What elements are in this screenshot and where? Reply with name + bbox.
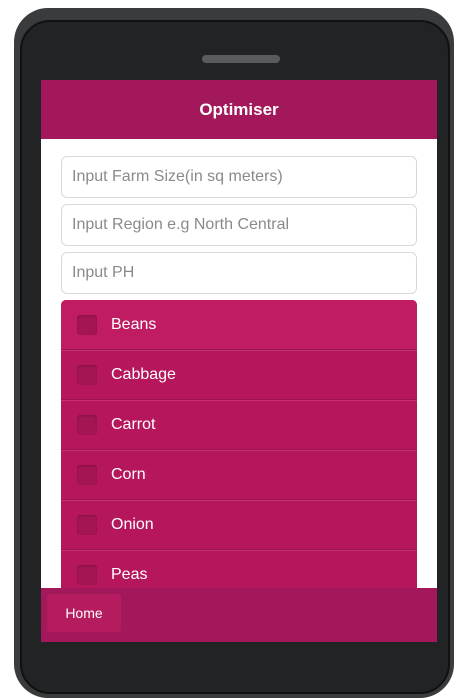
app-screen: Optimiser Beans Cabbage Carrot Corn [41, 80, 437, 642]
crop-label: Corn [111, 466, 146, 483]
crop-label: Peas [111, 566, 148, 583]
checkbox[interactable] [77, 515, 97, 535]
ph-input[interactable] [61, 252, 417, 294]
checkbox[interactable] [77, 415, 97, 435]
checkbox[interactable] [77, 365, 97, 385]
crop-label: Cabbage [111, 366, 176, 383]
crop-item-cabbage[interactable]: Cabbage [61, 350, 417, 400]
crop-label: Carrot [111, 416, 156, 433]
crop-item-corn[interactable]: Corn [61, 450, 417, 500]
farm-size-input[interactable] [61, 156, 417, 198]
crop-label: Beans [111, 315, 157, 333]
crop-item-carrot[interactable]: Carrot [61, 400, 417, 450]
checkbox[interactable] [77, 565, 97, 585]
phone-speaker [202, 55, 280, 63]
crop-label: Onion [111, 516, 154, 533]
checkbox[interactable] [77, 465, 97, 485]
crop-item-onion[interactable]: Onion [61, 500, 417, 550]
app-header: Optimiser [41, 80, 437, 139]
page: Optimiser Beans Cabbage Carrot Corn [0, 0, 461, 698]
home-button[interactable]: Home [47, 594, 121, 632]
crop-item-beans[interactable]: Beans [61, 300, 417, 350]
region-input[interactable] [61, 204, 417, 246]
crop-checkbox-list: Beans Cabbage Carrot Corn Onion Peas [61, 300, 417, 600]
app-footer: Home [41, 588, 437, 642]
input-form [61, 156, 417, 300]
checkbox[interactable] [77, 314, 97, 335]
page-title: Optimiser [199, 99, 279, 119]
